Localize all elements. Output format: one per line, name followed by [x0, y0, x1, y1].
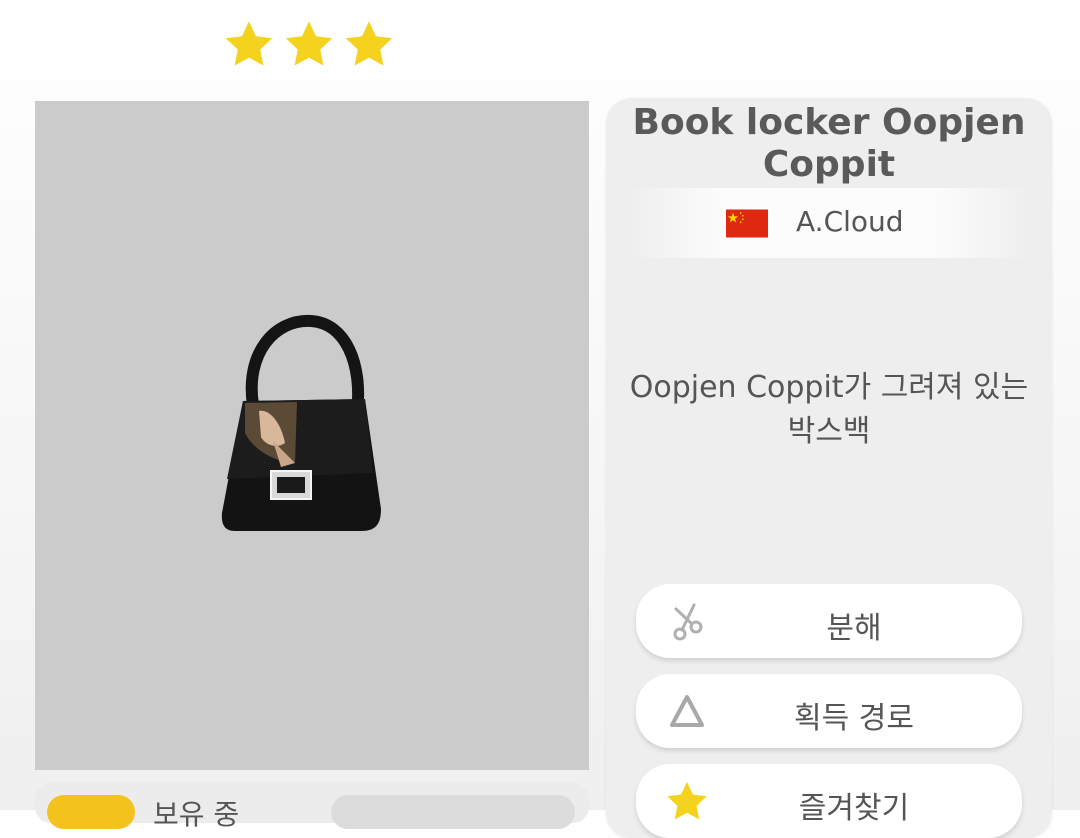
star-icon [285, 21, 333, 66]
owned-count-badge [47, 795, 135, 829]
item-info-panel: Book locker Oopjen Coppit A.Cloud Oopjen… [606, 98, 1052, 838]
acquisition-path-button[interactable]: 획득 경로 [636, 674, 1022, 748]
owned-action-pill[interactable] [331, 795, 575, 829]
acquisition-path-label: 획득 경로 [794, 701, 914, 736]
owned-label: 보유 중 [153, 798, 240, 831]
favorite-label: 즐겨찾기 [798, 791, 910, 826]
item-name: Book locker Oopjen Coppit [632, 102, 1026, 185]
disassemble-label: 분해 [826, 611, 882, 646]
star-icon [345, 21, 393, 66]
item-description: Oopjen Coppit가 그려져 있는 박스백 [629, 370, 1029, 449]
favorite-button[interactable]: 즐겨찾기 [636, 764, 1022, 838]
scissors-icon [673, 603, 703, 641]
rarity-stars [222, 18, 396, 72]
triangle-icon [670, 695, 704, 727]
owned-status-bar: 보유 중 [35, 783, 589, 831]
star-icon [667, 781, 707, 820]
maker-strip: A.Cloud [626, 188, 1032, 258]
star-icon [225, 21, 273, 66]
item-preview [35, 101, 589, 770]
china-flag-icon [726, 209, 768, 238]
handbag-image [221, 314, 381, 531]
disassemble-button[interactable]: 분해 [636, 584, 1022, 658]
maker-name: A.Cloud [796, 205, 904, 238]
